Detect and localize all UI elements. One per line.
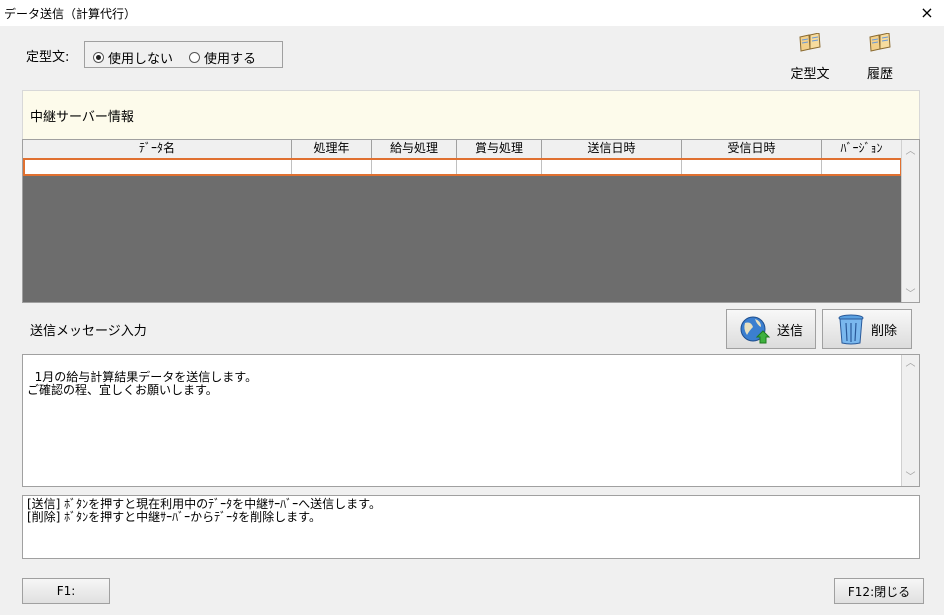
radio-dot xyxy=(189,52,200,63)
message-textarea[interactable]: 1月の給与計算結果データを送信します。 ご確認の程、宜しくお願いします。 ︿ ﹀ xyxy=(22,354,920,487)
message-text: 1月の給与計算結果データを送信します。 ご確認の程、宜しくお願いします。 xyxy=(27,370,258,397)
relay-info-label: 中継サーバー情報 xyxy=(30,110,134,125)
table-cell xyxy=(822,160,900,174)
history-button[interactable]: 履歴 xyxy=(852,32,908,82)
book-icon xyxy=(799,32,821,52)
send-button-label: 送信 xyxy=(776,323,803,339)
radio-use[interactable]: 使用する xyxy=(189,48,256,67)
globe-upload-icon xyxy=(740,316,771,344)
radio-use-label: 使用する xyxy=(204,52,257,67)
f12-close-button[interactable]: F12:閉じる xyxy=(834,578,924,604)
column-header-version[interactable]: ﾊﾞｰｼﾞｮﾝ xyxy=(822,140,902,158)
column-header-received-at[interactable]: 受信日時 xyxy=(682,140,822,158)
grid-header: ﾃﾞｰﾀ名 処理年 給与処理 賞与処理 送信日時 受信日時 ﾊﾞｰｼﾞｮﾝ xyxy=(23,140,902,159)
message-input-label: 送信メッセージ入力 xyxy=(30,324,147,339)
help-line-delete: [削除] ﾎﾞﾀﾝを押すと中継ｻｰﾊﾞｰからﾃﾞｰﾀを削除します。 xyxy=(27,510,321,524)
table-cell xyxy=(372,160,457,174)
scroll-up-icon[interactable]: ︿ xyxy=(902,142,919,157)
message-scrollbar[interactable]: ︿ ﹀ xyxy=(901,355,919,486)
send-button[interactable]: 送信 xyxy=(726,309,816,349)
radio-not-use[interactable]: 使用しない xyxy=(93,48,173,67)
table-cell xyxy=(457,160,542,174)
column-header-year[interactable]: 処理年 xyxy=(292,140,372,158)
delete-button-label: 削除 xyxy=(870,323,897,339)
relay-data-grid[interactable]: ﾃﾞｰﾀ名 処理年 給与処理 賞与処理 送信日時 受信日時 ﾊﾞｰｼﾞｮﾝ ︿ … xyxy=(22,139,920,303)
template-radio-group: 使用しない 使用する xyxy=(84,41,283,68)
column-header-sent-at[interactable]: 送信日時 xyxy=(542,140,682,158)
column-header-bonus[interactable]: 賞与処理 xyxy=(457,140,542,158)
trash-icon xyxy=(838,314,864,345)
template-button[interactable]: 定型文 xyxy=(782,32,838,82)
delete-button[interactable]: 削除 xyxy=(822,309,912,349)
title-bar: データ送信（計算代行） × xyxy=(0,0,944,26)
history-button-label: 履歴 xyxy=(866,67,893,82)
grid-scrollbar[interactable]: ︿ ﹀ xyxy=(901,140,919,302)
radio-dot-selected xyxy=(93,52,104,63)
f1-button[interactable]: F1: xyxy=(22,578,110,604)
column-header-data-name[interactable]: ﾃﾞｰﾀ名 xyxy=(23,140,292,158)
table-row[interactable] xyxy=(23,158,902,176)
table-cell xyxy=(682,160,822,174)
column-header-salary[interactable]: 給与処理 xyxy=(372,140,457,158)
template-option-label: 定型文: xyxy=(26,50,70,65)
scroll-down-icon[interactable]: ﹀ xyxy=(902,471,919,484)
table-cell xyxy=(542,160,682,174)
scroll-down-icon[interactable]: ﹀ xyxy=(902,285,919,300)
table-cell xyxy=(25,160,292,174)
f12-button-label: F12:閉じる xyxy=(847,584,911,599)
table-cell xyxy=(292,160,372,174)
close-button[interactable]: × xyxy=(916,2,938,24)
window-title: データ送信（計算代行） xyxy=(4,7,137,21)
help-text-box: [送信] ﾎﾞﾀﾝを押すと現在利用中のﾃﾞｰﾀを中継ｻｰﾊﾞｰへ送信します。 [… xyxy=(22,495,920,559)
f1-button-label: F1: xyxy=(56,584,76,598)
radio-not-use-label: 使用しない xyxy=(108,52,174,67)
scroll-up-icon[interactable]: ︿ xyxy=(902,357,919,370)
template-button-label: 定型文 xyxy=(790,67,830,82)
book-icon xyxy=(869,32,891,52)
